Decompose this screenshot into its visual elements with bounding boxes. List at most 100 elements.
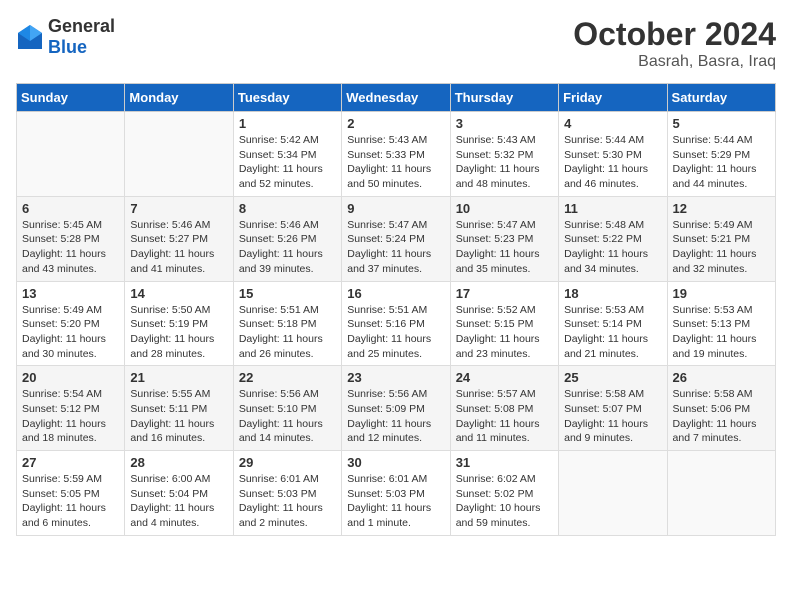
title-block: October 2024 Basrah, Basra, Iraq: [573, 16, 776, 71]
day-number: 1: [239, 116, 336, 131]
day-number: 3: [456, 116, 553, 131]
calendar-cell: 14 Sunrise: 5:50 AMSunset: 5:19 PMDayligh…: [125, 281, 233, 366]
cell-content: Sunrise: 5:51 AMSunset: 5:18 PMDaylight:…: [239, 303, 336, 362]
day-number: 22: [239, 370, 336, 385]
cell-content: Sunrise: 5:43 AMSunset: 5:33 PMDaylight:…: [347, 133, 444, 192]
calendar-cell: 23Sunrise: 5:56 AMSunset: 5:09 PMDayligh…: [342, 366, 450, 451]
calendar-week-row: 1 Sunrise: 5:42 AMSunset: 5:34 PMDaylight…: [17, 112, 776, 197]
calendar-cell: 3 Sunrise: 5:43 AMSunset: 5:32 PMDaylight…: [450, 112, 558, 197]
day-number: 24: [456, 370, 553, 385]
calendar-cell: 25 Sunrise: 5:58 AMSunset: 5:07 PMDayligh…: [559, 366, 667, 451]
calendar-cell: 6Sunrise: 5:45 AMSunset: 5:28 PMDaylight…: [17, 196, 125, 281]
day-number: 5: [673, 116, 770, 131]
cell-content: Sunrise: 6:01 AMSunset: 5:03 PMDaylight:…: [239, 472, 336, 531]
calendar-body: 1 Sunrise: 5:42 AMSunset: 5:34 PMDaylight…: [17, 112, 776, 536]
day-number: 26: [673, 370, 770, 385]
cell-content: Sunrise: 5:59 AMSunset: 5:05 PMDaylight:…: [22, 472, 119, 531]
cell-content: Sunrise: 5:44 AMSunset: 5:29 PMDaylight:…: [673, 133, 770, 192]
calendar-cell: 7Sunrise: 5:46 AMSunset: 5:27 PMDaylight…: [125, 196, 233, 281]
day-number: 19: [673, 286, 770, 301]
calendar-cell: 19Sunrise: 5:53 AMSunset: 5:13 PMDayligh…: [667, 281, 775, 366]
day-number: 29: [239, 455, 336, 470]
calendar-cell: 17 Sunrise: 5:52 AMSunset: 5:15 PMDayligh…: [450, 281, 558, 366]
calendar-cell: [559, 451, 667, 536]
location-title: Basrah, Basra, Iraq: [573, 53, 776, 71]
day-number: 28: [130, 455, 227, 470]
weekday-header: Wednesday: [342, 84, 450, 112]
cell-content: Sunrise: 5:58 AMSunset: 5:06 PMDaylight:…: [673, 387, 770, 446]
calendar-cell: 2 Sunrise: 5:43 AMSunset: 5:33 PMDaylight…: [342, 112, 450, 197]
cell-content: Sunrise: 5:45 AMSunset: 5:28 PMDaylight:…: [22, 218, 119, 277]
day-number: 25: [564, 370, 661, 385]
cell-content: Sunrise: 5:55 AMSunset: 5:11 PMDaylight:…: [130, 387, 227, 446]
day-number: 10: [456, 201, 553, 216]
day-number: 14: [130, 286, 227, 301]
calendar-cell: 12 Sunrise: 5:49 AMSunset: 5:21 PMDayligh…: [667, 196, 775, 281]
day-number: 20: [22, 370, 119, 385]
weekday-header: Saturday: [667, 84, 775, 112]
cell-content: Sunrise: 5:57 AMSunset: 5:08 PMDaylight:…: [456, 387, 553, 446]
calendar-cell: 31 Sunrise: 6:02 AMSunset: 5:02 PMDayligh…: [450, 451, 558, 536]
calendar-cell: [17, 112, 125, 197]
day-number: 9: [347, 201, 444, 216]
logo-icon: [16, 23, 44, 51]
cell-content: Sunrise: 5:52 AMSunset: 5:15 PMDaylight:…: [456, 303, 553, 362]
weekday-header: Tuesday: [233, 84, 341, 112]
weekday-header: Thursday: [450, 84, 558, 112]
cell-content: Sunrise: 5:56 AMSunset: 5:10 PMDaylight:…: [239, 387, 336, 446]
cell-content: Sunrise: 5:58 AMSunset: 5:07 PMDaylight:…: [564, 387, 661, 446]
cell-content: Sunrise: 6:00 AMSunset: 5:04 PMDaylight:…: [130, 472, 227, 531]
cell-content: Sunrise: 6:02 AMSunset: 5:02 PMDaylight:…: [456, 472, 553, 531]
weekday-header: Friday: [559, 84, 667, 112]
calendar-cell: 15 Sunrise: 5:51 AMSunset: 5:18 PMDayligh…: [233, 281, 341, 366]
day-number: 17: [456, 286, 553, 301]
cell-content: Sunrise: 5:49 AMSunset: 5:21 PMDaylight:…: [673, 218, 770, 277]
cell-content: Sunrise: 5:47 AMSunset: 5:24 PMDaylight:…: [347, 218, 444, 277]
day-number: 8: [239, 201, 336, 216]
day-number: 13: [22, 286, 119, 301]
day-number: 11: [564, 201, 661, 216]
calendar-cell: 10 Sunrise: 5:47 AMSunset: 5:23 PMDayligh…: [450, 196, 558, 281]
calendar-cell: 29 Sunrise: 6:01 AMSunset: 5:03 PMDayligh…: [233, 451, 341, 536]
cell-content: Sunrise: 5:46 AMSunset: 5:26 PMDaylight:…: [239, 218, 336, 277]
weekday-header: Sunday: [17, 84, 125, 112]
calendar-cell: 13 Sunrise: 5:49 AMSunset: 5:20 PMDayligh…: [17, 281, 125, 366]
calendar-cell: 30Sunrise: 6:01 AMSunset: 5:03 PMDayligh…: [342, 451, 450, 536]
day-number: 16: [347, 286, 444, 301]
month-title: October 2024: [573, 16, 776, 53]
calendar-week-row: 20Sunrise: 5:54 AMSunset: 5:12 PMDayligh…: [17, 366, 776, 451]
calendar-cell: 21Sunrise: 5:55 AMSunset: 5:11 PMDayligh…: [125, 366, 233, 451]
day-number: 27: [22, 455, 119, 470]
header-row: SundayMondayTuesdayWednesdayThursdayFrid…: [17, 84, 776, 112]
calendar-cell: 11 Sunrise: 5:48 AMSunset: 5:22 PMDayligh…: [559, 196, 667, 281]
calendar-cell: 16 Sunrise: 5:51 AMSunset: 5:16 PMDayligh…: [342, 281, 450, 366]
calendar-cell: [125, 112, 233, 197]
logo-blue: Blue: [48, 37, 87, 57]
logo: General Blue: [16, 16, 115, 58]
calendar-cell: 18Sunrise: 5:53 AMSunset: 5:14 PMDayligh…: [559, 281, 667, 366]
cell-content: Sunrise: 5:48 AMSunset: 5:22 PMDaylight:…: [564, 218, 661, 277]
cell-content: Sunrise: 6:01 AMSunset: 5:03 PMDaylight:…: [347, 472, 444, 531]
cell-content: Sunrise: 5:42 AMSunset: 5:34 PMDaylight:…: [239, 133, 336, 192]
cell-content: Sunrise: 5:46 AMSunset: 5:27 PMDaylight:…: [130, 218, 227, 277]
calendar-cell: 20Sunrise: 5:54 AMSunset: 5:12 PMDayligh…: [17, 366, 125, 451]
cell-content: Sunrise: 5:50 AMSunset: 5:19 PMDaylight:…: [130, 303, 227, 362]
cell-content: Sunrise: 5:56 AMSunset: 5:09 PMDaylight:…: [347, 387, 444, 446]
day-number: 31: [456, 455, 553, 470]
calendar-cell: 28 Sunrise: 6:00 AMSunset: 5:04 PMDayligh…: [125, 451, 233, 536]
cell-content: Sunrise: 5:51 AMSunset: 5:16 PMDaylight:…: [347, 303, 444, 362]
cell-content: Sunrise: 5:53 AMSunset: 5:14 PMDaylight:…: [564, 303, 661, 362]
calendar-cell: 27 Sunrise: 5:59 AMSunset: 5:05 PMDayligh…: [17, 451, 125, 536]
cell-content: Sunrise: 5:49 AMSunset: 5:20 PMDaylight:…: [22, 303, 119, 362]
day-number: 12: [673, 201, 770, 216]
cell-content: Sunrise: 5:43 AMSunset: 5:32 PMDaylight:…: [456, 133, 553, 192]
calendar-week-row: 27 Sunrise: 5:59 AMSunset: 5:05 PMDayligh…: [17, 451, 776, 536]
calendar-cell: 22 Sunrise: 5:56 AMSunset: 5:10 PMDayligh…: [233, 366, 341, 451]
day-number: 15: [239, 286, 336, 301]
day-number: 2: [347, 116, 444, 131]
calendar-week-row: 6Sunrise: 5:45 AMSunset: 5:28 PMDaylight…: [17, 196, 776, 281]
calendar-cell: 1 Sunrise: 5:42 AMSunset: 5:34 PMDaylight…: [233, 112, 341, 197]
calendar-cell: 9 Sunrise: 5:47 AMSunset: 5:24 PMDaylight…: [342, 196, 450, 281]
cell-content: Sunrise: 5:47 AMSunset: 5:23 PMDaylight:…: [456, 218, 553, 277]
calendar-cell: [667, 451, 775, 536]
